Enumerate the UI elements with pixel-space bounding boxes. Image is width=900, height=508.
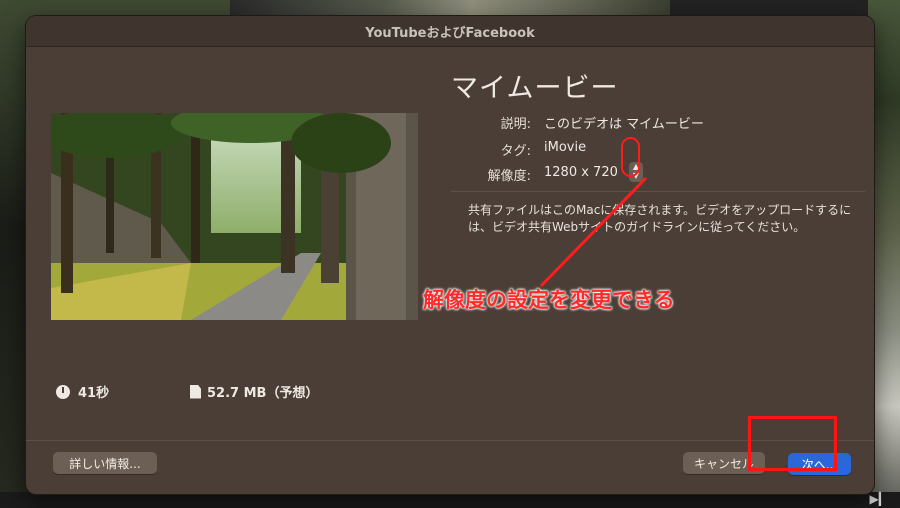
next-button-highlight-box <box>748 416 837 471</box>
annotation-text: 解像度の設定を変更できる <box>423 288 675 312</box>
annotation-line <box>539 176 648 288</box>
